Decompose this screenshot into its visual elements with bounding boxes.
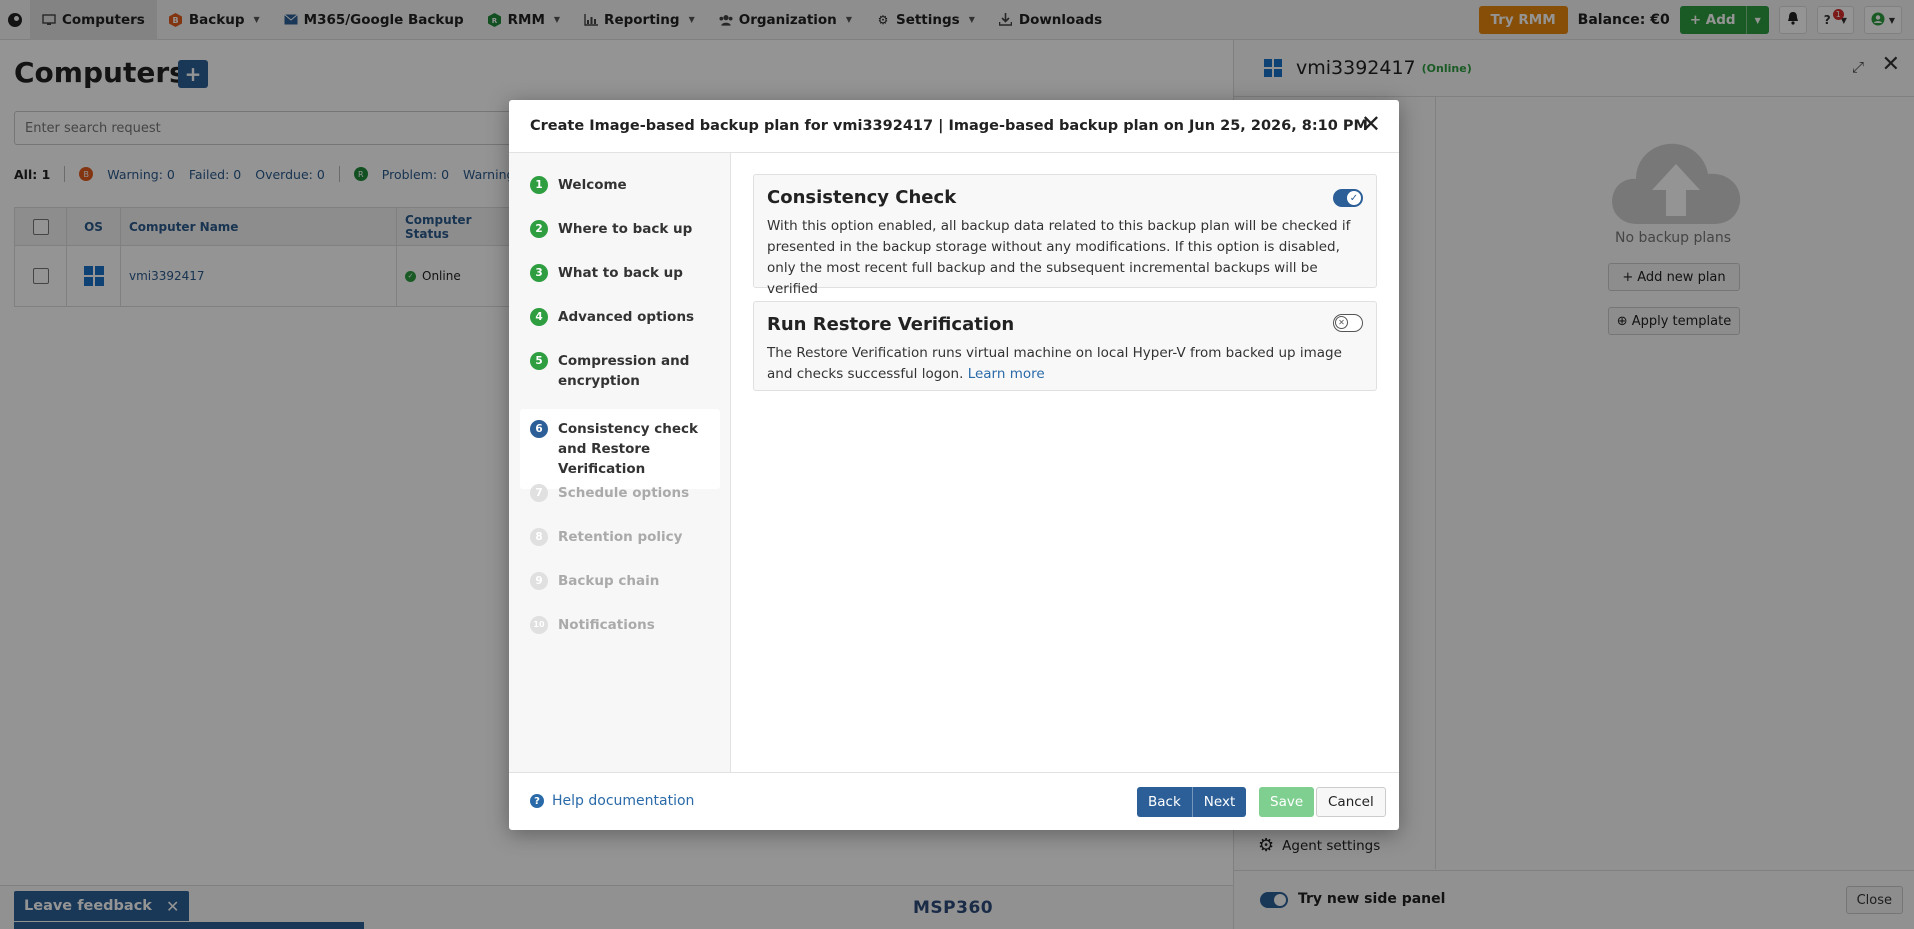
wizard-step-compression-encryption[interactable]: 5 Compression and encryption (520, 351, 720, 391)
restore-verification-description: The Restore Verification runs virtual ma… (767, 345, 1342, 382)
consistency-check-toggle[interactable]: ✓ (1333, 189, 1363, 207)
wizard-step-notifications: 10 Notifications (520, 615, 720, 635)
wizard-step-advanced-options[interactable]: 4 Advanced options (520, 307, 720, 327)
consistency-check-description: With this option enabled, all backup dat… (767, 218, 1351, 297)
wizard-content: Consistency Check With this option enabl… (731, 153, 1399, 772)
save-button[interactable]: Save (1259, 787, 1315, 817)
navigation-buttons: Back Next (1137, 787, 1247, 817)
wizard-step-retention-policy: 8 Retention policy (520, 527, 720, 547)
back-button[interactable]: Back (1137, 787, 1192, 817)
learn-more-link[interactable]: Learn more (968, 366, 1045, 382)
consistency-check-card: Consistency Check With this option enabl… (753, 174, 1377, 297)
wizard-steps: 1 Welcome 2 Where to back up 3 What to b… (509, 153, 731, 772)
help-documentation-link[interactable]: ? Help documentation (530, 793, 694, 809)
wizard-step-schedule-options: 7 Schedule options (520, 483, 720, 503)
restore-verification-card: Run Restore Verification The Restore Ver… (753, 301, 1377, 391)
wizard-step-backup-chain: 9 Backup chain (520, 571, 720, 591)
modal-title: Create Image-based backup plan for vmi33… (509, 100, 1399, 153)
wizard-step-consistency-check[interactable]: 6 Consistency check and Restore Verifica… (520, 409, 720, 489)
question-circle-icon: ? (530, 794, 544, 808)
backup-plan-wizard-modal: Create Image-based backup plan for vmi33… (509, 100, 1399, 830)
x-icon: ✕ (1335, 316, 1348, 329)
wizard-step-welcome[interactable]: 1 Welcome (520, 175, 720, 195)
cancel-button[interactable]: Cancel (1316, 787, 1386, 817)
consistency-check-title: Consistency Check (767, 187, 957, 208)
wizard-step-where-to-back-up[interactable]: 2 Where to back up (520, 219, 720, 239)
restore-verification-toggle[interactable]: ✕ (1333, 314, 1363, 332)
check-icon: ✓ (1347, 191, 1361, 205)
close-icon[interactable]: ✕ (1361, 112, 1381, 136)
next-button[interactable]: Next (1191, 787, 1247, 817)
wizard-step-what-to-back-up[interactable]: 3 What to back up (520, 263, 720, 283)
restore-verification-title: Run Restore Verification (767, 314, 1015, 335)
modal-footer: ? Help documentation Back Next Save Canc… (509, 772, 1399, 830)
